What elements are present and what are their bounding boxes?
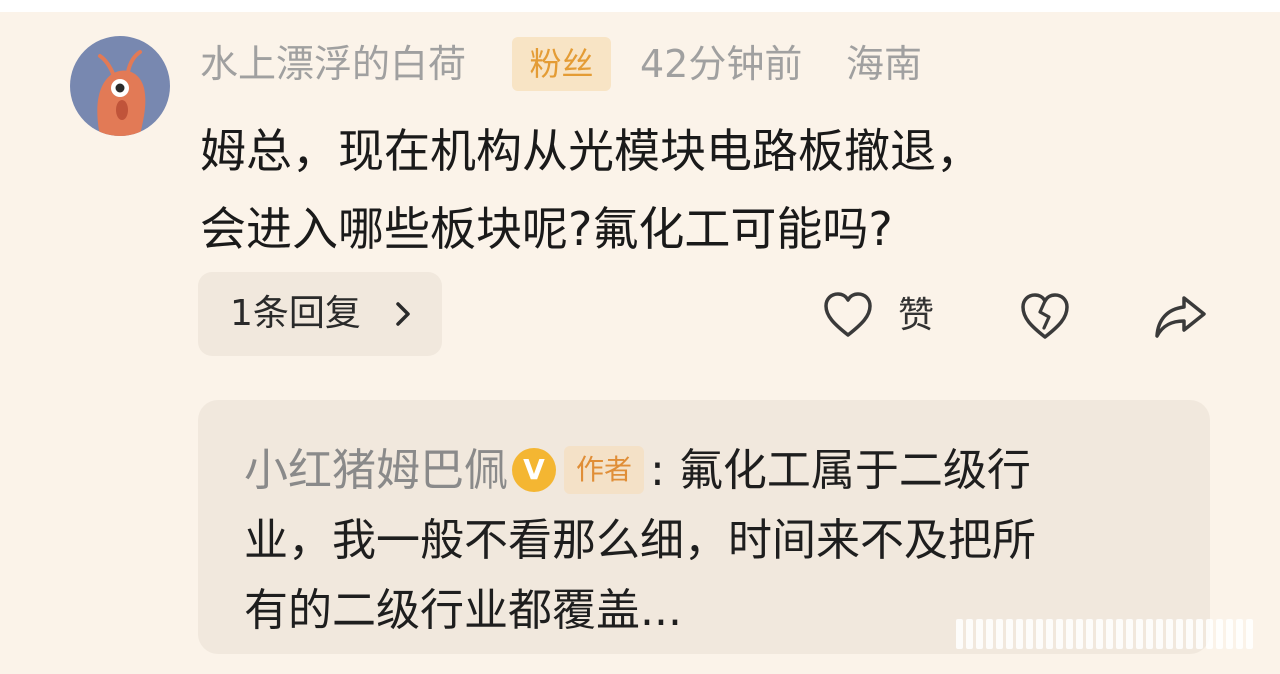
like-label: 赞 xyxy=(898,295,935,336)
comment-text-line: 会进入哪些板块呢?氟化工可能吗? xyxy=(200,202,893,256)
comment-text-line: 姆总，现在机构从光模块电路板撤退， xyxy=(200,124,982,178)
fan-badge: 粉丝 xyxy=(512,37,611,91)
view-replies-button[interactable]: 1条回复 xyxy=(198,272,442,356)
chevron-right-icon xyxy=(396,302,410,326)
user-avatar[interactable] xyxy=(70,36,170,136)
comment-username[interactable]: 水上漂浮的白荷 xyxy=(200,40,466,88)
reply-line: 小红猪姆巴佩 V 作者: 氟化工属于二级行 xyxy=(244,436,1164,506)
comment-time: 42分钟前 xyxy=(640,42,803,86)
reply-count-label: 1条回复 xyxy=(230,293,361,334)
reply-text-line: 业，我一般不看那么细，时间来不及把所 xyxy=(244,515,1036,566)
verified-badge-icon: V xyxy=(512,448,556,492)
reply-author-name[interactable]: 小红猪姆巴佩 xyxy=(244,445,508,496)
heart-icon xyxy=(824,292,872,337)
broken-heart-icon[interactable] xyxy=(1018,290,1072,342)
watermark xyxy=(956,612,1256,656)
share-icon[interactable] xyxy=(1150,292,1210,344)
author-tag: 作者 xyxy=(564,446,645,494)
comment-text: 姆总，现在机构从光模块电路板撤退， 会进入哪些板块呢?氟化工可能吗? xyxy=(200,112,1200,268)
comment-location: 海南 xyxy=(846,42,923,86)
reply-text-line: : 氟化工属于二级行 xyxy=(650,445,1031,496)
shrimp-avatar-icon xyxy=(97,50,146,136)
